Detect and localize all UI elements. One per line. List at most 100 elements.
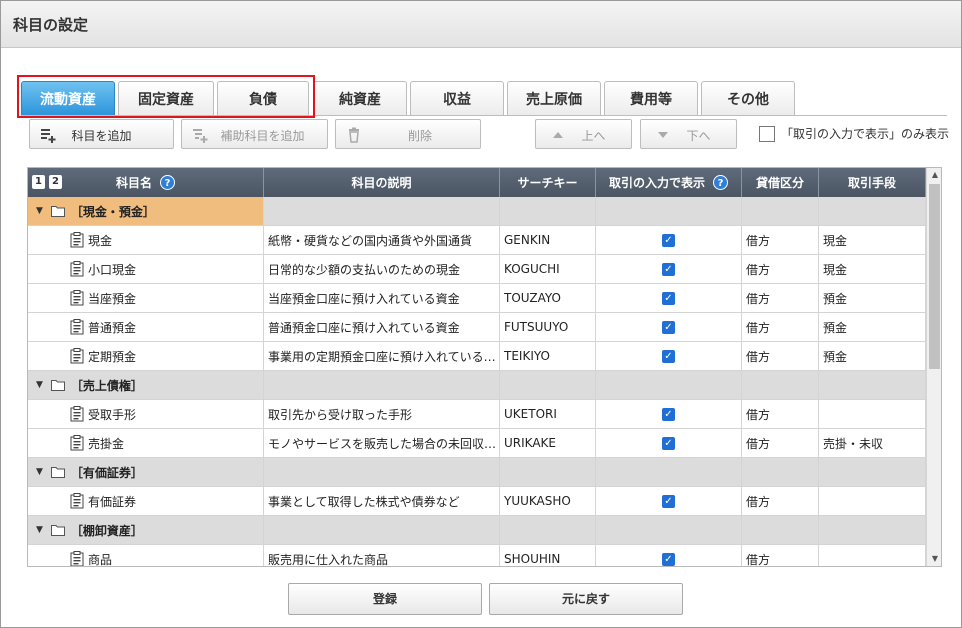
debit-credit: 借方 (746, 552, 771, 567)
debit-credit: 借方 (746, 262, 771, 277)
vertical-scrollbar[interactable]: ▲ ▼ (926, 168, 941, 566)
move-up-label: 上へ (581, 129, 606, 143)
column-header-debit-credit[interactable]: 貸借区分 (742, 168, 819, 197)
group-row[interactable]: ▼ ［現金・預金］ (28, 197, 926, 226)
add-sub-account-label: 補助科目を追加 (220, 129, 305, 143)
help-icon[interactable]: ? (713, 175, 728, 190)
show-in-entry-checkbox[interactable]: ✓ (662, 552, 675, 566)
column-header-search-key[interactable]: サーチキー (500, 168, 596, 197)
tab-expenses[interactable]: 費用等 (604, 81, 698, 115)
group-row[interactable]: ▼ ［有価証券］ (28, 458, 926, 487)
account-document-icon (70, 406, 84, 422)
show-in-entry-checkbox[interactable]: ✓ (662, 320, 675, 334)
show-only-label: 「取引の入力で表示」のみ表示 (781, 127, 950, 141)
tab-revenue[interactable]: 収益 (410, 81, 504, 115)
group-name: ［棚卸資産］ (70, 523, 143, 538)
tab-current-assets[interactable]: 流動資産 (21, 81, 115, 115)
folder-icon (50, 380, 65, 391)
show-only-checkbox[interactable] (759, 125, 775, 142)
accounts-grid: 1 2 科目名 ? 科目の説明 サーチキー 取引の入力で表示 ? 貸借区分 取引… (27, 167, 942, 567)
table-row[interactable]: 有価証券 事業として取得した株式や債券など YUUKASHO ✓ 借方 (28, 487, 926, 516)
register-button[interactable]: 登録 (288, 583, 482, 615)
show-in-entry-checkbox[interactable]: ✓ (662, 262, 675, 276)
account-document-icon (70, 232, 84, 248)
table-row[interactable]: 現金 紙幣・硬貨などの国内通貨や外国通貨 GENKIN ✓ 借方 現金 (28, 226, 926, 255)
account-description: 販売用に仕入れた商品 (268, 552, 389, 567)
account-name: 小口現金 (88, 262, 137, 277)
transaction-method: 預金 (823, 349, 848, 364)
show-in-entry-checkbox[interactable]: ✓ (662, 436, 675, 450)
show-in-entry-checkbox[interactable]: ✓ (662, 407, 675, 421)
column-header-account-name[interactable]: 1 2 科目名 ? (28, 168, 264, 197)
tab-net-assets[interactable]: 純資産 (313, 81, 407, 115)
table-row[interactable]: 当座預金 当座預金口座に預け入れている資金 TOUZAYO ✓ 借方 預金 (28, 284, 926, 313)
column-header-show-in-entry[interactable]: 取引の入力で表示 ? (596, 168, 742, 197)
account-document-icon (70, 435, 84, 451)
move-down-button[interactable]: 下へ (640, 119, 737, 149)
tab-liabilities[interactable]: 負債 (217, 81, 309, 115)
account-document-icon (70, 493, 84, 509)
search-key: GENKIN (504, 233, 551, 247)
move-up-button[interactable]: 上へ (535, 119, 632, 149)
scroll-thumb[interactable] (929, 184, 940, 369)
account-name: 定期預金 (88, 349, 137, 364)
account-description: 事業用の定期預金口座に預け入れている… (268, 349, 496, 364)
revert-button[interactable]: 元に戻す (489, 583, 683, 615)
collapse-arrow-icon[interactable]: ▼ (36, 380, 43, 390)
show-in-entry-checkbox[interactable]: ✓ (662, 494, 675, 508)
account-name: 有価証券 (88, 494, 137, 509)
group-row[interactable]: ▼ ［売上債権］ (28, 371, 926, 400)
account-name: 売掛金 (88, 436, 125, 451)
scroll-down-arrow-icon[interactable]: ▼ (927, 552, 941, 566)
table-row[interactable]: 売掛金 モノやサービスを販売した場合の未回収… URIKAKE ✓ 借方 売掛・未収 (28, 429, 926, 458)
account-name: 当座預金 (88, 291, 137, 306)
account-document-icon (70, 551, 84, 566)
column-header-description[interactable]: 科目の説明 (264, 168, 500, 197)
show-only-filter[interactable]: 「取引の入力で表示」のみ表示 (759, 125, 949, 142)
debit-credit: 借方 (746, 407, 771, 422)
tab-fixed-assets[interactable]: 固定資産 (118, 81, 214, 115)
account-description: 普通預金口座に預け入れている資金 (268, 320, 460, 335)
group-row[interactable]: ▼ ［棚卸資産］ (28, 516, 926, 545)
search-key: TEIKIYO (504, 349, 550, 363)
level-1-button[interactable]: 1 (32, 175, 45, 189)
group-name: ［売上債権］ (70, 378, 143, 393)
debit-credit: 借方 (746, 291, 771, 306)
account-document-icon (70, 348, 84, 364)
account-description: 日常的な少額の支払いのための現金 (268, 262, 461, 277)
show-in-entry-checkbox[interactable]: ✓ (662, 233, 675, 247)
scroll-up-arrow-icon[interactable]: ▲ (927, 168, 941, 182)
search-key: YUUKASHO (504, 494, 571, 508)
delete-button[interactable]: 削除 (335, 119, 481, 149)
account-name: 商品 (88, 552, 113, 567)
title-bar: 科目の設定 (1, 1, 961, 48)
folder-icon (50, 467, 65, 478)
debit-credit: 借方 (746, 349, 771, 364)
table-row[interactable]: 普通預金 普通預金口座に預け入れている資金 FUTSUUYO ✓ 借方 預金 (28, 313, 926, 342)
window-title: 科目の設定 (13, 16, 89, 34)
tab-divider (21, 115, 947, 116)
collapse-arrow-icon[interactable]: ▼ (36, 467, 43, 477)
debit-credit: 借方 (746, 320, 771, 335)
show-in-entry-checkbox[interactable]: ✓ (662, 349, 675, 363)
level-2-button[interactable]: 2 (49, 175, 62, 189)
debit-credit: 借方 (746, 436, 771, 451)
collapse-arrow-icon[interactable]: ▼ (36, 525, 43, 535)
group-name: ［有価証券］ (70, 465, 143, 480)
account-name: 現金 (88, 233, 113, 248)
account-document-icon (70, 319, 84, 335)
tab-other[interactable]: その他 (701, 81, 795, 115)
table-row[interactable]: 受取手形 取引先から受け取った手形 UKETORI ✓ 借方 (28, 400, 926, 429)
tab-cost-of-sales[interactable]: 売上原価 (507, 81, 601, 115)
show-in-entry-checkbox[interactable]: ✓ (662, 291, 675, 305)
add-sub-account-button[interactable]: 補助科目を追加 (181, 119, 328, 149)
help-icon[interactable]: ? (160, 175, 175, 190)
collapse-arrow-icon[interactable]: ▼ (36, 206, 43, 216)
table-row[interactable]: 商品 販売用に仕入れた商品 SHOUHIN ✓ 借方 (28, 545, 926, 567)
account-name: 受取手形 (88, 407, 137, 422)
table-row[interactable]: 小口現金 日常的な少額の支払いのための現金 KOGUCHI ✓ 借方 現金 (28, 255, 926, 284)
column-header-method[interactable]: 取引手段 (819, 168, 926, 197)
add-account-button[interactable]: 科目を追加 (29, 119, 174, 149)
transaction-method: 現金 (823, 233, 848, 248)
table-row[interactable]: 定期預金 事業用の定期預金口座に預け入れている… TEIKIYO ✓ 借方 預金 (28, 342, 926, 371)
